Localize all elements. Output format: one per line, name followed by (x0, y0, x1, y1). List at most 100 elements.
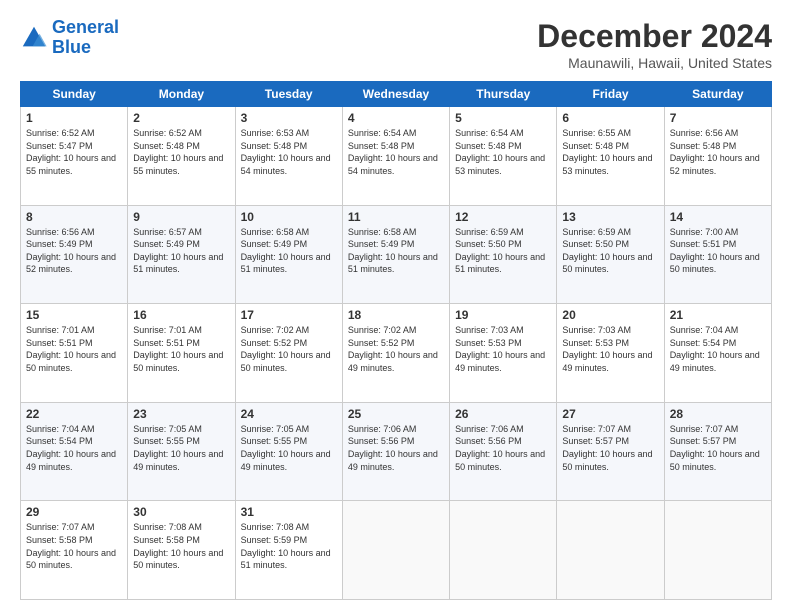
calendar-cell: 22 Sunrise: 7:04 AM Sunset: 5:54 PM Dayl… (21, 402, 128, 501)
cell-info: Sunrise: 7:01 AM Sunset: 5:51 PM Dayligh… (26, 324, 122, 374)
cell-info: Sunrise: 7:05 AM Sunset: 5:55 PM Dayligh… (133, 423, 229, 473)
calendar-cell: 18 Sunrise: 7:02 AM Sunset: 5:52 PM Dayl… (342, 304, 449, 403)
cell-info: Sunrise: 6:56 AM Sunset: 5:48 PM Dayligh… (670, 127, 766, 177)
day-number: 18 (348, 308, 444, 322)
calendar-cell: 28 Sunrise: 7:07 AM Sunset: 5:57 PM Dayl… (664, 402, 771, 501)
cell-info: Sunrise: 6:52 AM Sunset: 5:48 PM Dayligh… (133, 127, 229, 177)
logo-line2: Blue (52, 37, 91, 57)
calendar-cell: 27 Sunrise: 7:07 AM Sunset: 5:57 PM Dayl… (557, 402, 664, 501)
logo-icon (20, 24, 48, 52)
day-number: 26 (455, 407, 551, 421)
day-number: 27 (562, 407, 658, 421)
cell-info: Sunrise: 7:07 AM Sunset: 5:57 PM Dayligh… (670, 423, 766, 473)
calendar-cell (450, 501, 557, 600)
day-number: 22 (26, 407, 122, 421)
cell-info: Sunrise: 7:06 AM Sunset: 5:56 PM Dayligh… (348, 423, 444, 473)
calendar-cell: 4 Sunrise: 6:54 AM Sunset: 5:48 PM Dayli… (342, 107, 449, 206)
calendar-cell: 29 Sunrise: 7:07 AM Sunset: 5:58 PM Dayl… (21, 501, 128, 600)
calendar-cell (664, 501, 771, 600)
day-header-friday: Friday (557, 82, 664, 107)
month-title: December 2024 (537, 18, 772, 55)
calendar-cell: 14 Sunrise: 7:00 AM Sunset: 5:51 PM Dayl… (664, 205, 771, 304)
week-row-3: 15 Sunrise: 7:01 AM Sunset: 5:51 PM Dayl… (21, 304, 772, 403)
title-block: December 2024 Maunawili, Hawaii, United … (537, 18, 772, 71)
calendar-cell: 8 Sunrise: 6:56 AM Sunset: 5:49 PM Dayli… (21, 205, 128, 304)
cell-info: Sunrise: 7:01 AM Sunset: 5:51 PM Dayligh… (133, 324, 229, 374)
calendar-cell: 21 Sunrise: 7:04 AM Sunset: 5:54 PM Dayl… (664, 304, 771, 403)
cell-info: Sunrise: 7:07 AM Sunset: 5:57 PM Dayligh… (562, 423, 658, 473)
cell-info: Sunrise: 7:04 AM Sunset: 5:54 PM Dayligh… (26, 423, 122, 473)
cell-info: Sunrise: 6:56 AM Sunset: 5:49 PM Dayligh… (26, 226, 122, 276)
day-header-sunday: Sunday (21, 82, 128, 107)
day-number: 14 (670, 210, 766, 224)
calendar-cell: 2 Sunrise: 6:52 AM Sunset: 5:48 PM Dayli… (128, 107, 235, 206)
day-number: 11 (348, 210, 444, 224)
location-title: Maunawili, Hawaii, United States (537, 55, 772, 71)
day-number: 8 (26, 210, 122, 224)
calendar-cell (557, 501, 664, 600)
day-number: 9 (133, 210, 229, 224)
week-row-4: 22 Sunrise: 7:04 AM Sunset: 5:54 PM Dayl… (21, 402, 772, 501)
calendar-cell: 20 Sunrise: 7:03 AM Sunset: 5:53 PM Dayl… (557, 304, 664, 403)
cell-info: Sunrise: 7:07 AM Sunset: 5:58 PM Dayligh… (26, 521, 122, 571)
day-header-tuesday: Tuesday (235, 82, 342, 107)
cell-info: Sunrise: 7:00 AM Sunset: 5:51 PM Dayligh… (670, 226, 766, 276)
cell-info: Sunrise: 6:57 AM Sunset: 5:49 PM Dayligh… (133, 226, 229, 276)
cell-info: Sunrise: 7:02 AM Sunset: 5:52 PM Dayligh… (241, 324, 337, 374)
calendar-cell: 13 Sunrise: 6:59 AM Sunset: 5:50 PM Dayl… (557, 205, 664, 304)
calendar-table: SundayMondayTuesdayWednesdayThursdayFrid… (20, 81, 772, 600)
cell-info: Sunrise: 7:06 AM Sunset: 5:56 PM Dayligh… (455, 423, 551, 473)
header-row: SundayMondayTuesdayWednesdayThursdayFrid… (21, 82, 772, 107)
cell-info: Sunrise: 6:54 AM Sunset: 5:48 PM Dayligh… (455, 127, 551, 177)
cell-info: Sunrise: 7:04 AM Sunset: 5:54 PM Dayligh… (670, 324, 766, 374)
day-number: 7 (670, 111, 766, 125)
calendar-cell: 30 Sunrise: 7:08 AM Sunset: 5:58 PM Dayl… (128, 501, 235, 600)
day-number: 13 (562, 210, 658, 224)
calendar-cell (342, 501, 449, 600)
calendar-cell: 16 Sunrise: 7:01 AM Sunset: 5:51 PM Dayl… (128, 304, 235, 403)
day-number: 15 (26, 308, 122, 322)
logo: General Blue (20, 18, 119, 58)
cell-info: Sunrise: 6:58 AM Sunset: 5:49 PM Dayligh… (348, 226, 444, 276)
day-number: 19 (455, 308, 551, 322)
day-number: 16 (133, 308, 229, 322)
calendar-cell: 6 Sunrise: 6:55 AM Sunset: 5:48 PM Dayli… (557, 107, 664, 206)
cell-info: Sunrise: 7:08 AM Sunset: 5:59 PM Dayligh… (241, 521, 337, 571)
day-header-monday: Monday (128, 82, 235, 107)
calendar-cell: 23 Sunrise: 7:05 AM Sunset: 5:55 PM Dayl… (128, 402, 235, 501)
calendar-cell: 19 Sunrise: 7:03 AM Sunset: 5:53 PM Dayl… (450, 304, 557, 403)
day-number: 1 (26, 111, 122, 125)
day-number: 23 (133, 407, 229, 421)
day-number: 24 (241, 407, 337, 421)
cell-info: Sunrise: 6:55 AM Sunset: 5:48 PM Dayligh… (562, 127, 658, 177)
day-number: 4 (348, 111, 444, 125)
day-header-saturday: Saturday (664, 82, 771, 107)
day-number: 10 (241, 210, 337, 224)
calendar-cell: 1 Sunrise: 6:52 AM Sunset: 5:47 PM Dayli… (21, 107, 128, 206)
cell-info: Sunrise: 7:03 AM Sunset: 5:53 PM Dayligh… (562, 324, 658, 374)
day-number: 28 (670, 407, 766, 421)
calendar-cell: 3 Sunrise: 6:53 AM Sunset: 5:48 PM Dayli… (235, 107, 342, 206)
cell-info: Sunrise: 7:05 AM Sunset: 5:55 PM Dayligh… (241, 423, 337, 473)
day-number: 6 (562, 111, 658, 125)
day-header-thursday: Thursday (450, 82, 557, 107)
calendar-cell: 31 Sunrise: 7:08 AM Sunset: 5:59 PM Dayl… (235, 501, 342, 600)
cell-info: Sunrise: 6:54 AM Sunset: 5:48 PM Dayligh… (348, 127, 444, 177)
day-number: 21 (670, 308, 766, 322)
week-row-2: 8 Sunrise: 6:56 AM Sunset: 5:49 PM Dayli… (21, 205, 772, 304)
header: General Blue December 2024 Maunawili, Ha… (20, 18, 772, 71)
calendar-cell: 12 Sunrise: 6:59 AM Sunset: 5:50 PM Dayl… (450, 205, 557, 304)
calendar-cell: 7 Sunrise: 6:56 AM Sunset: 5:48 PM Dayli… (664, 107, 771, 206)
day-number: 17 (241, 308, 337, 322)
calendar-cell: 9 Sunrise: 6:57 AM Sunset: 5:49 PM Dayli… (128, 205, 235, 304)
week-row-1: 1 Sunrise: 6:52 AM Sunset: 5:47 PM Dayli… (21, 107, 772, 206)
day-number: 29 (26, 505, 122, 519)
calendar-cell: 26 Sunrise: 7:06 AM Sunset: 5:56 PM Dayl… (450, 402, 557, 501)
day-number: 30 (133, 505, 229, 519)
calendar-cell: 10 Sunrise: 6:58 AM Sunset: 5:49 PM Dayl… (235, 205, 342, 304)
week-row-5: 29 Sunrise: 7:07 AM Sunset: 5:58 PM Dayl… (21, 501, 772, 600)
logo-text: General Blue (52, 18, 119, 58)
day-number: 31 (241, 505, 337, 519)
day-number: 3 (241, 111, 337, 125)
calendar-cell: 24 Sunrise: 7:05 AM Sunset: 5:55 PM Dayl… (235, 402, 342, 501)
